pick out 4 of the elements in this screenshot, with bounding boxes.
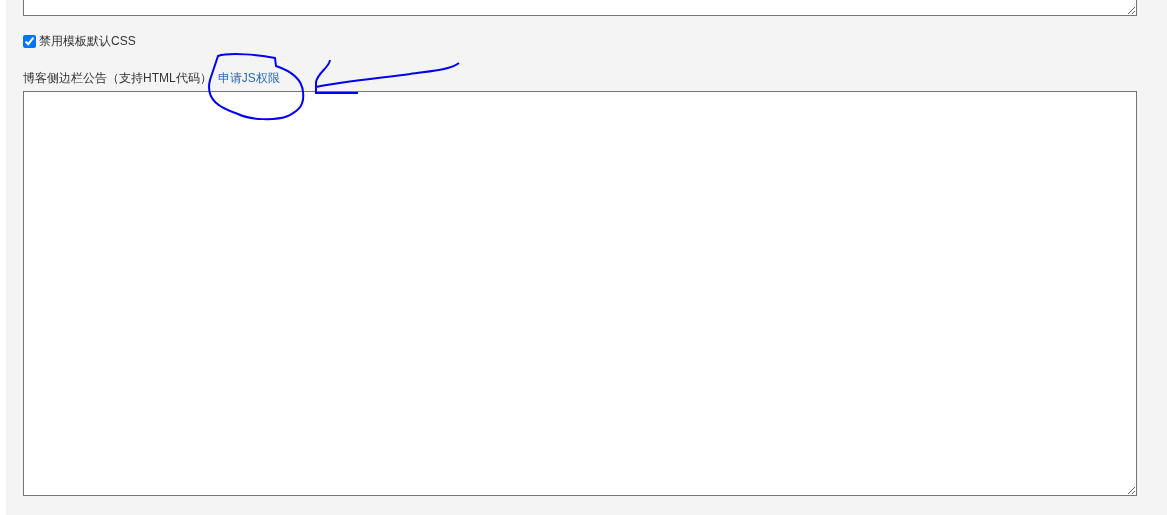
request-link[interactable]: 申请JS权限 <box>217 71 280 85</box>
checkbox-label: 禁用模板默认CSS <box>39 34 136 48</box>
checkbox[interactable] <box>23 34 36 48</box>
field-label: 博客侧边栏公告（支持HTML代码） <box>23 71 212 85</box>
